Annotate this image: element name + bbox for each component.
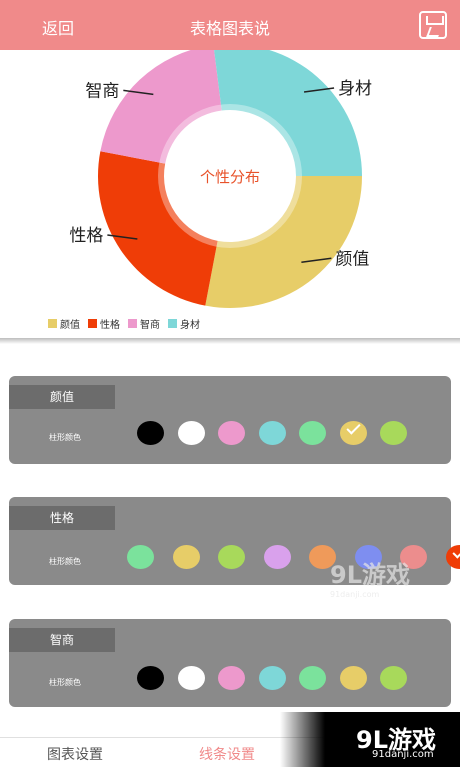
site-url: 91danji.com	[372, 749, 434, 760]
color-swatch[interactable]	[445, 544, 460, 569]
legend-label: 身材	[180, 320, 200, 331]
watermark: 9L游戏 91danji.com	[330, 555, 410, 599]
color-swatch[interactable]	[137, 666, 164, 690]
color-swatch[interactable]	[172, 545, 200, 569]
color-panel-zhishang: 智商 柱形颜色	[9, 619, 451, 707]
legend-swatch	[88, 319, 97, 328]
callout-label: 性格	[69, 226, 103, 246]
tab-chart-settings[interactable]: 图表设置	[47, 744, 103, 764]
chart-divider	[0, 338, 460, 344]
donut-chart: 颜值 性格 智商 身材个性分布	[69, 50, 372, 308]
color-swatch[interactable]	[299, 421, 326, 445]
color-swatch[interactable]	[218, 421, 245, 445]
color-panel-yanzhi: 颜值 柱形颜色	[9, 376, 451, 464]
top-bar: 返回 表格图表说	[0, 0, 460, 50]
legend-item: 智商	[128, 316, 160, 331]
color-swatch[interactable]	[177, 421, 205, 445]
row-label: 柱形颜色	[49, 678, 81, 687]
legend-swatch	[48, 319, 57, 328]
tab-line-settings[interactable]: 线条设置	[199, 744, 255, 764]
color-swatch[interactable]	[127, 545, 154, 569]
legend-item: 性格	[88, 316, 120, 331]
color-swatch[interactable]	[258, 421, 286, 445]
color-swatch[interactable]	[258, 666, 286, 690]
site-logo-overlay: 9L游戏 91danji.com	[280, 712, 460, 767]
color-swatch[interactable]	[299, 666, 326, 690]
callout-label: 颜值	[335, 249, 369, 269]
save-chart-icon[interactable]	[419, 11, 447, 39]
legend-item: 身材	[168, 316, 200, 331]
color-swatch[interactable]	[137, 421, 164, 445]
color-swatch[interactable]	[339, 666, 367, 690]
panel-title: 性格	[9, 506, 115, 530]
color-swatch[interactable]	[380, 666, 407, 690]
chart-area: 颜值 性格 智商 身材 个性分布 颜值 性格 智商 身材	[0, 50, 460, 342]
checkmark-icon	[345, 420, 361, 435]
legend-label: 颜值	[60, 320, 80, 331]
legend-swatch	[128, 319, 137, 328]
color-swatch[interactable]	[263, 545, 291, 569]
legend-label: 智商	[140, 320, 160, 331]
color-swatch[interactable]	[218, 545, 245, 569]
page-title: 表格图表说	[189, 19, 270, 38]
panel-title: 颜值	[9, 385, 115, 409]
donut-center-label: 个性分布	[200, 168, 260, 186]
color-swatch[interactable]	[380, 421, 407, 445]
row-label: 柱形颜色	[49, 557, 81, 566]
callout-label: 身材	[338, 79, 372, 99]
watermark-site: 91danji.com	[330, 590, 380, 599]
watermark-text: 9L游戏	[330, 561, 410, 589]
legend-label: 性格	[100, 320, 120, 331]
legend-swatch	[168, 319, 177, 328]
color-swatch[interactable]	[177, 666, 205, 690]
row-label: 柱形颜色	[49, 433, 81, 442]
color-swatch[interactable]	[218, 666, 245, 690]
chart-legend: 颜值 性格 智商 身材	[48, 316, 200, 331]
panel-title: 智商	[9, 628, 115, 652]
callout-label: 智商	[85, 81, 119, 101]
legend-item: 颜值	[48, 316, 80, 331]
color-swatch[interactable]	[339, 420, 367, 445]
checkmark-icon	[451, 544, 460, 559]
